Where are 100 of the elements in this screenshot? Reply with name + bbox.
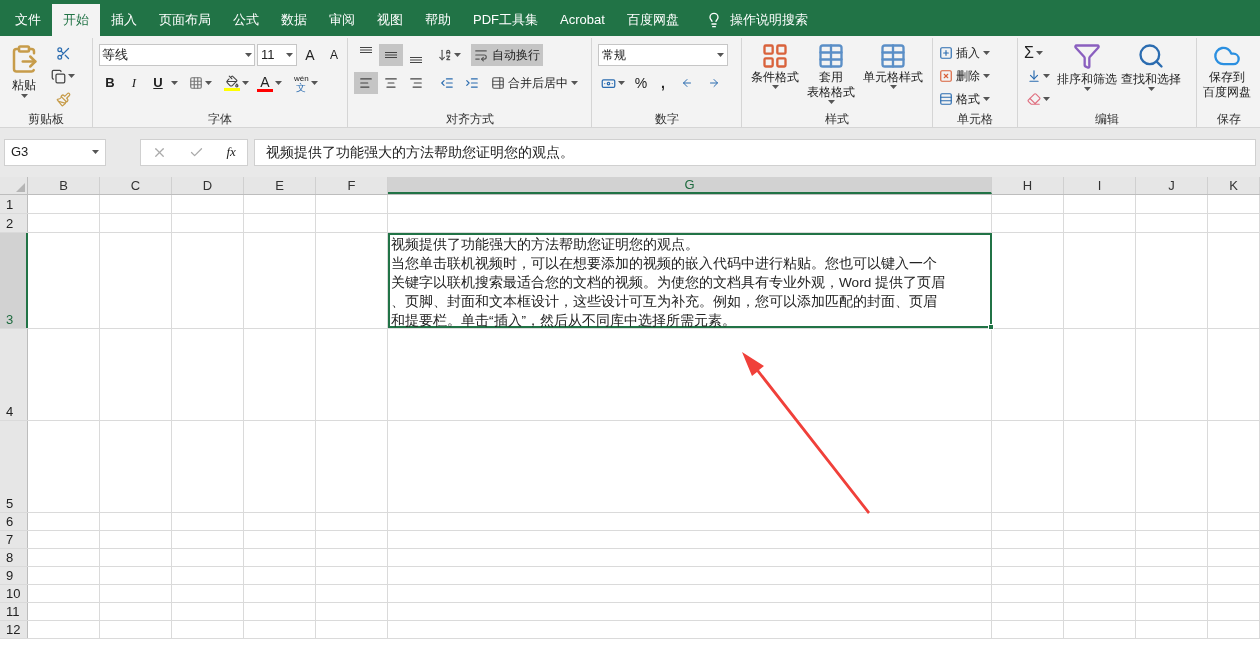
number-format-dropdown[interactable]: 常规 xyxy=(598,44,728,66)
scissors-icon xyxy=(55,45,71,61)
vertical-align-button[interactable] xyxy=(379,44,403,66)
indent-increase-icon xyxy=(465,76,479,90)
dropdown-caret-icon xyxy=(245,53,252,57)
percent-button[interactable]: % xyxy=(631,72,651,94)
ribbon-tab[interactable]: 帮助 xyxy=(414,4,462,36)
cells-button[interactable]: 格式 xyxy=(939,88,990,110)
row-header[interactable]: 10 xyxy=(0,585,28,602)
name-box[interactable]: G3 xyxy=(4,138,106,166)
row-header[interactable]: 9 xyxy=(0,567,28,584)
row-header[interactable]: 5 xyxy=(0,421,28,512)
border-grid-icon xyxy=(189,76,203,90)
group-label: 对齐方式 xyxy=(445,111,494,128)
horizontal-align-button[interactable] xyxy=(354,72,378,94)
row-header[interactable]: 8 xyxy=(0,549,28,566)
dropdown-caret-icon xyxy=(242,81,249,85)
underline-button[interactable]: U xyxy=(147,72,169,94)
editing-button[interactable]: 排序和筛选 xyxy=(1057,42,1117,111)
ribbon-tab[interactable]: 审阅 xyxy=(318,4,366,36)
column-header[interactable]: H xyxy=(992,177,1064,194)
ribbon-tab[interactable]: 百度网盘 xyxy=(615,4,690,36)
font-size-dropdown[interactable]: 11 xyxy=(257,44,297,66)
dropdown-caret-icon xyxy=(68,74,75,78)
dropdown-caret-icon xyxy=(618,81,625,85)
style-button[interactable]: 条件格式 xyxy=(748,42,802,111)
ribbon-tab[interactable]: 视图 xyxy=(366,4,414,36)
arrow-left-icon xyxy=(681,77,693,89)
ribbon-tab[interactable]: Acrobat xyxy=(549,4,616,36)
cells-button[interactable]: 删除 xyxy=(939,65,990,87)
dropdown-caret-icon xyxy=(92,150,99,154)
column-header[interactable]: K xyxy=(1208,177,1260,194)
dropdown-caret-icon xyxy=(310,81,318,85)
dropdown-caret-icon xyxy=(275,81,282,85)
editing-button[interactable]: 查找和选择 xyxy=(1121,42,1181,111)
dropdown-caret-icon xyxy=(1043,97,1050,101)
ribbon-tab[interactable]: 开始 xyxy=(52,4,100,36)
row-header[interactable]: 2 xyxy=(0,214,28,232)
save-to-cloud-button[interactable]: 保存到 百度网盘 xyxy=(1203,42,1251,111)
dropdown-caret-icon xyxy=(286,53,293,57)
fill-handle[interactable] xyxy=(988,324,994,330)
cells-button[interactable]: 插入 xyxy=(939,42,990,64)
comma-button[interactable]: , xyxy=(654,72,672,94)
wrap-text-icon xyxy=(474,48,488,62)
fill-down-icon xyxy=(1027,69,1041,83)
ribbon-tab[interactable]: 数据 xyxy=(270,4,318,36)
formula-field[interactable]: 视频提供了功能强大的方法帮助您证明您的观点。 xyxy=(254,138,1256,166)
row-header[interactable]: 7 xyxy=(0,531,28,548)
phonetic-button[interactable]: wén 文 xyxy=(291,72,321,94)
column-header[interactable]: G xyxy=(388,177,992,194)
row-header[interactable]: 3 xyxy=(0,233,28,328)
row-header[interactable]: 12 xyxy=(0,621,28,638)
group-label: 剪贴板 xyxy=(28,111,64,128)
grow-font-button[interactable]: A xyxy=(299,44,321,66)
row-header[interactable]: 11 xyxy=(0,603,28,620)
merge-cells-icon xyxy=(491,76,505,90)
ribbon-tab[interactable]: 文件 xyxy=(4,4,52,36)
font-name-dropdown[interactable]: 等线 xyxy=(99,44,255,66)
ribbon-tab[interactable]: 页面布局 xyxy=(148,4,222,36)
dropdown-caret-icon xyxy=(983,51,990,55)
insert-cells-icon xyxy=(939,46,953,60)
paste-button[interactable]: 粘贴 xyxy=(6,42,42,111)
italic-button[interactable]: I xyxy=(123,72,145,94)
align-top-icon xyxy=(360,47,372,53)
copy-icon xyxy=(51,68,66,84)
style-button[interactable]: 套用 表格格式 xyxy=(804,42,858,111)
style-button[interactable]: 单元格样式 xyxy=(860,42,926,111)
ribbon-tab[interactable]: PDF工具集 xyxy=(462,4,549,36)
wrap-text-button[interactable]: 自动换行 xyxy=(471,44,543,66)
group-label: 样式 xyxy=(825,111,849,128)
tell-me-search[interactable]: 操作说明搜索 xyxy=(729,10,808,30)
indent-decrease-icon xyxy=(440,76,454,90)
column-header[interactable]: E xyxy=(244,177,316,194)
column-header[interactable]: B xyxy=(28,177,100,194)
fill-color-button[interactable] xyxy=(221,72,252,94)
column-header[interactable]: I xyxy=(1064,177,1136,194)
paint-bucket-icon xyxy=(224,75,240,91)
row-header[interactable]: 1 xyxy=(0,195,28,213)
align-middle-icon xyxy=(385,52,397,58)
row-header[interactable]: 6 xyxy=(0,513,28,530)
row-header[interactable]: 4 xyxy=(0,329,28,420)
eraser-icon xyxy=(1027,92,1041,106)
merge-center-button[interactable]: 合并后居中 xyxy=(489,72,580,94)
column-header[interactable]: D xyxy=(172,177,244,194)
column-header[interactable]: C xyxy=(100,177,172,194)
dropdown-caret-icon xyxy=(771,85,779,89)
ribbon-tab[interactable]: 插入 xyxy=(100,4,148,36)
ribbon-tab[interactable]: 公式 xyxy=(222,4,270,36)
shrink-font-button[interactable]: A xyxy=(323,44,345,66)
dropdown-caret-icon xyxy=(171,81,178,85)
dropdown-caret-icon xyxy=(983,74,990,78)
dropdown-caret-icon xyxy=(454,53,461,57)
align-left-icon xyxy=(359,76,373,90)
autosum-button[interactable]: Σ xyxy=(1024,42,1053,64)
column-header[interactable]: J xyxy=(1136,177,1208,194)
dropdown-caret-icon xyxy=(571,81,578,85)
insert-function-button[interactable]: fx xyxy=(226,142,236,162)
font-color-button[interactable]: A xyxy=(254,72,285,94)
dropdown-caret-icon xyxy=(717,53,724,57)
bold-button[interactable]: B xyxy=(99,72,121,94)
